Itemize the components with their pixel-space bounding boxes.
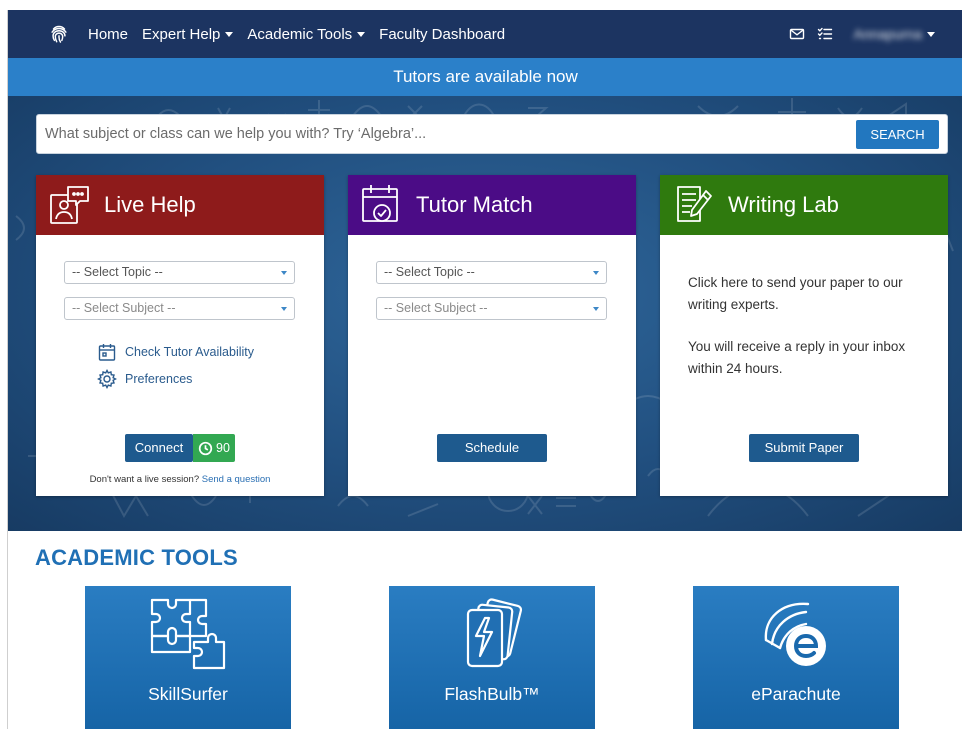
writing-lab-header[interactable]: Writing Lab	[660, 175, 948, 235]
tool-tile-eparachute[interactable]: eParachute	[693, 586, 899, 729]
flashcards-icon	[466, 598, 523, 668]
live-help-card: Live Help -- Select Topic -- -- Select S…	[36, 175, 324, 496]
check-tutor-availability-label: Check Tutor Availability	[125, 345, 254, 359]
tutor-match-title: Tutor Match	[416, 192, 533, 217]
eparachute-icon	[764, 602, 826, 666]
writing-lab-title: Writing Lab	[728, 192, 839, 217]
writing-paper-pencil-icon	[677, 186, 712, 222]
nav-academic-tools[interactable]: Academic Tools	[247, 25, 366, 43]
top-navbar: Home Expert Help Academic Tools Faculty …	[8, 10, 962, 58]
submit-paper-button[interactable]: Submit Paper	[749, 434, 859, 462]
search-button[interactable]: SEARCH	[856, 120, 939, 149]
tutor-match-header[interactable]: Tutor Match	[348, 175, 636, 235]
availability-banner: Tutors are available now	[8, 58, 962, 96]
connect-button[interactable]: Connect	[125, 434, 193, 462]
tool-label-skillsurfer: SkillSurfer	[148, 684, 228, 704]
tool-tile-skillsurfer[interactable]: SkillSurfer	[85, 586, 291, 729]
live-chat-person-icon	[50, 186, 89, 224]
live-help-title: Live Help	[104, 192, 196, 217]
writing-lab-card: Writing Lab Click here to send your pape…	[660, 175, 948, 496]
preferences-link[interactable]: Preferences	[97, 369, 192, 389]
chevron-down-icon	[357, 31, 366, 37]
search-input[interactable]	[37, 115, 852, 153]
academic-tools-heading: ACADEMIC TOOLS	[35, 545, 238, 570]
writing-lab-text: Click here to send your paper to our wri…	[688, 272, 928, 380]
writing-lab-body: Click here to send your paper to our wri…	[660, 235, 948, 496]
writing-lab-text-2: You will receive a reply in your inbox w…	[688, 339, 906, 376]
tool-tile-flashbulb[interactable]: FlashBulb™	[389, 586, 595, 729]
clock-icon	[198, 441, 213, 455]
checklist-icon[interactable]	[817, 26, 833, 42]
tool-label-eparachute: eParachute	[751, 684, 841, 704]
hero-section: SEARCH Live Help -- Select Topic -- -- S…	[8, 96, 962, 531]
nav-faculty-dashboard[interactable]: Faculty Dashboard	[379, 26, 505, 43]
puzzle-icon	[150, 598, 226, 670]
tutor-match-card: Tutor Match -- Select Topic -- -- Select…	[348, 175, 636, 496]
nav-expert-help-label: Expert Help	[142, 25, 221, 43]
writing-lab-text-1: Click here to send your paper to our wri…	[688, 275, 903, 312]
user-name: Annapurna	[853, 26, 922, 42]
calendar-check-icon	[362, 185, 398, 222]
tool-label-flashbulb: FlashBulb™	[444, 684, 540, 704]
calendar-icon	[98, 344, 116, 361]
fingerprint-logo-icon[interactable]	[48, 23, 70, 45]
tutor-match-subject-select[interactable]: -- Select Subject --	[376, 297, 607, 320]
app-frame: Home Expert Help Academic Tools Faculty …	[7, 10, 962, 729]
nav-home-label: Home	[88, 25, 129, 43]
send-question-link[interactable]: Send a question	[202, 474, 271, 485]
check-tutor-availability-link[interactable]: Check Tutor Availability	[97, 342, 254, 362]
chevron-down-icon	[927, 31, 935, 37]
nav-home[interactable]: Home	[88, 26, 128, 43]
live-session-note: Don't want a live session? Send a questi…	[36, 474, 324, 485]
nav-academic-tools-label: Academic Tools	[247, 25, 353, 43]
tutor-match-topic-select[interactable]: -- Select Topic --	[376, 261, 607, 284]
wait-count: 90	[216, 441, 230, 455]
wait-count-badge: 90	[193, 434, 235, 462]
live-help-body: -- Select Topic -- -- Select Subject -- …	[36, 235, 324, 496]
live-help-topic-select[interactable]: -- Select Topic --	[64, 261, 295, 284]
schedule-button[interactable]: Schedule	[437, 434, 547, 462]
chevron-down-icon	[225, 31, 234, 37]
preferences-label: Preferences	[125, 372, 193, 386]
nav-faculty-dashboard-label: Faculty Dashboard	[379, 25, 506, 43]
live-help-subject-select[interactable]: -- Select Subject --	[64, 297, 295, 320]
live-help-header[interactable]: Live Help	[36, 175, 324, 235]
tutor-match-body: -- Select Topic -- -- Select Subject -- …	[348, 235, 636, 496]
search-bar: SEARCH	[36, 114, 948, 154]
user-menu[interactable]: Annapurna	[845, 26, 935, 42]
gear-icon	[97, 369, 117, 389]
mail-icon[interactable]	[789, 26, 805, 42]
nav-right: Annapurna	[789, 10, 935, 58]
main-nav: Home Expert Help Academic Tools Faculty …	[88, 10, 505, 58]
nav-expert-help[interactable]: Expert Help	[142, 25, 234, 43]
live-session-note-text: Don't want a live session?	[89, 474, 200, 485]
